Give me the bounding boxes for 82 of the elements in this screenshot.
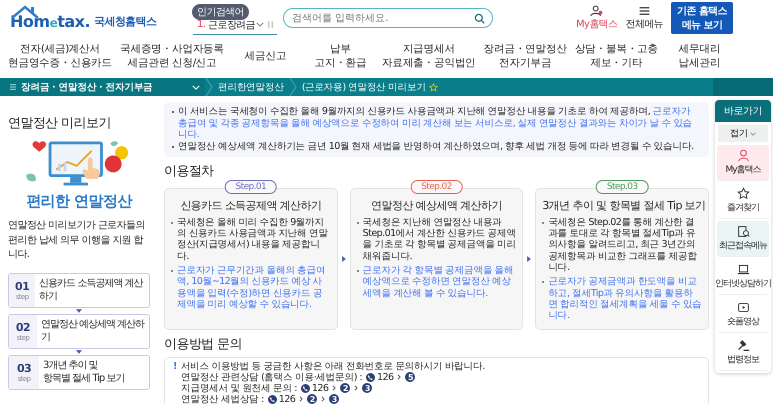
step-description: 근로자가 근무기간과 올해의 총급여액, 10월~12월의 신용카드 예상 사용액을 입력(수정)하면 신용카드 공제액을 미리 예상할 수 있습니다.	[171, 265, 331, 310]
nav-menu-item[interactable]: 장려금・연말정산 전자기부금	[484, 43, 567, 71]
quick-link[interactable]: 최근접속메뉴	[717, 221, 769, 257]
arrow-down-icon	[76, 350, 82, 354]
step-description: 국세청은 지난해 연말정산 내용과 Step.01에서 계산한 신용카드 공제액을 기초로 각 항목별 공제금액을 미리 채워줍니다.	[356, 216, 516, 262]
menu-option-number: 3	[362, 383, 372, 394]
nav-menu-item[interactable]: 전자(세금)계산서 현금영수증・신용카드	[8, 43, 112, 71]
play-icon	[736, 301, 750, 314]
chevron-down-icon	[750, 132, 756, 136]
step-description: 국세청은 Step.02를 통해 계산한 결과를 토대로 각 항목별 절세Tip과 유의사항을 알려드리고, 최근 3년간의 공제항목과 비교한 그래프를 제공합니다.	[542, 216, 702, 274]
logo-wordmark[interactable]: Hometax.	[10, 12, 90, 31]
chevron-separator-icon	[288, 78, 297, 96]
arrow-right-icon	[342, 256, 346, 262]
star-icon	[736, 187, 750, 200]
nav-menu-item[interactable]: 세금신고	[232, 50, 300, 64]
search-icon[interactable]	[474, 12, 486, 24]
breadcrumb-end-block	[713, 78, 773, 96]
contact-label: 지급명세서 및 원천세 문의 :	[181, 382, 297, 394]
menu-option-number: 3	[329, 394, 340, 404]
page-title: 연말정산 미리보기	[8, 115, 112, 132]
step-badge: Step.01	[224, 180, 278, 194]
phone-icon	[366, 372, 375, 382]
list-icon	[10, 84, 16, 90]
nav-menu-item[interactable]: 지급명세서 자료제출・공익법인	[382, 43, 476, 71]
notice-text: 연말정산 예상세액 계산하기는 금년 10월 현재 세법을 반영하여 계산하였으며, 향후 세법 개정 등에 따라 변경될 수 있습니다.	[172, 141, 701, 153]
breadcrumb-link[interactable]: 편리한연말정산	[213, 80, 289, 94]
arrow-right-icon	[527, 256, 532, 262]
chevron-separator-icon	[205, 78, 213, 96]
utility-link[interactable]: My홈택스	[576, 5, 618, 31]
inquiry-text: 서비스 이용방법 등 궁금한 사항은 아래 전화번호로 문의하시기 바랍니다.	[180, 360, 485, 372]
section-heading: 이용절차	[164, 162, 215, 180]
menu-option-number: 2	[307, 394, 318, 404]
quick-link[interactable]: My홈택스	[717, 145, 769, 181]
step-description: 근로자가 각 항목별 공제금액을 올해예상액으로 수정하면 연말정산 예상세액을 계산해 볼 수 있습니다.	[356, 265, 516, 299]
nav-menu-item[interactable]: 세무대리 납세관리	[666, 43, 733, 71]
nav-menu-item[interactable]: 납부 고지・환급	[307, 43, 374, 71]
menu-option-number: 5	[405, 372, 416, 382]
chevron-right-icon	[397, 374, 402, 380]
logo-name: 국세청홈택스	[94, 14, 156, 29]
step-title: 3개년 추이 및 항목별 절세 Tip 보기	[542, 198, 702, 213]
laptop-icon	[736, 263, 750, 276]
banner-caption: 편리한 연말정산	[25, 192, 134, 211]
menu-option-number: 2	[340, 383, 350, 394]
gavel-icon	[736, 339, 750, 352]
breadcrumb-current: (근로자용) 연말정산 미리보기	[296, 80, 443, 94]
document-search-icon	[736, 225, 750, 238]
exclamation-mark: !	[173, 360, 177, 372]
user-icon	[590, 5, 604, 17]
contact-label: 연말정산 관련상담 (홈택스 이용·세법문의) :	[181, 372, 362, 383]
breadcrumb-menu[interactable]: 장려금・연말정산・전자기부금	[0, 78, 205, 96]
arrow-down-icon	[76, 308, 82, 312]
pause-icon[interactable]	[268, 21, 274, 28]
step-title: 연말정산 예상세액 계산하기	[370, 198, 503, 213]
chevron-down-icon	[192, 84, 200, 90]
chevron-right-icon	[299, 396, 304, 402]
chevron-down-icon	[256, 22, 264, 27]
notice-text: 이 서비스는 국세청이 수집한 올해 9월까지의 신용카드 사용금액과 지난해 연말정산 내용을 기초로 하여 제공하며, 근로자가 총급여 및 각종 공제항목을 올해 예상액으로 수정하여 미리 계산해 보는 서비스로, 실제 연말정산 결과와는 차이가 날 수 있습니다.	[172, 106, 701, 142]
intro-description: 연말정산 미리보기가 근로자들의 편리한 납세 의무 이행을 지원 합니다.	[8, 219, 146, 262]
step-description: 근로자가 공제금액과 한도액을 비교하고, 절세Tip과 유의사항을 활용하면 합리적인 절세계획을 세울 수 있습니다.	[542, 276, 702, 322]
popular-search-tag: 인기검색어	[192, 4, 250, 20]
step-badge: Step.02	[410, 180, 463, 194]
nav-menu-item[interactable]: 국세증명・사업자등록 세금관련 신청/신고	[120, 43, 224, 71]
utility-link[interactable]: 전체메뉴	[626, 5, 664, 31]
step-badge: Step.03	[596, 180, 648, 194]
section-heading: 이용방법 문의	[164, 336, 243, 353]
popular-search-dropdown[interactable]: 1. 근로장려금	[193, 16, 278, 34]
phone-number: 126	[312, 382, 328, 394]
contact-label: 연말정산 세법상담 :	[181, 394, 264, 404]
quick-links-title: 바로가기	[715, 100, 771, 122]
chevron-right-icon	[354, 385, 358, 392]
user-icon	[736, 149, 750, 162]
phone-number: 126	[376, 372, 394, 383]
phone-icon	[300, 384, 310, 393]
star-icon[interactable]	[428, 82, 438, 92]
nav-menu-item[interactable]: 상담・불복・고충 제보・기타	[574, 43, 658, 71]
collapse-button[interactable]: 접기	[718, 125, 768, 142]
step-description: 국세청은 올해 미리 수집한 9월까지의 신용카드 사용금액과 지난해 연말정산(지급명세서) 내용을 제공합니다.	[171, 216, 331, 262]
step-title: 신용카드 소득공제액 계산하기	[179, 198, 322, 213]
menu-icon	[638, 5, 651, 17]
search-field[interactable]: 검색어를 입력하세요.	[283, 8, 494, 28]
legacy-menu-button[interactable]: 기존 홈택스 메뉴 보기	[671, 2, 733, 34]
phone-number: 126	[278, 394, 296, 404]
